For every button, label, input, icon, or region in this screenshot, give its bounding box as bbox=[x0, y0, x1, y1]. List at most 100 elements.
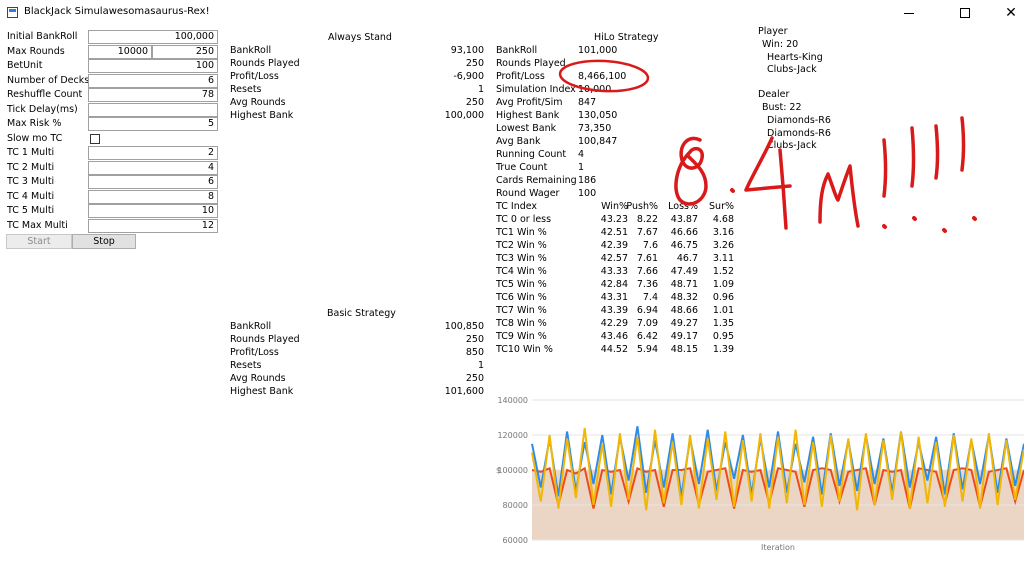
tc-cell: 3.11 bbox=[712, 253, 734, 264]
basic-strategy-row-label: Profit/Loss bbox=[230, 347, 279, 358]
tc-cell: TC7 Win % bbox=[496, 305, 547, 316]
minimize-button[interactable] bbox=[886, 0, 932, 26]
player-title: Player bbox=[758, 26, 788, 37]
tc-cell: 1.09 bbox=[712, 279, 734, 290]
always-stand-row-value: -6,900 bbox=[453, 71, 484, 82]
tc-cell: 48.66 bbox=[670, 305, 698, 316]
tc-cell: 3.16 bbox=[712, 227, 734, 238]
hilo-panel: HiLo Strategy BankRoll 101,000 Rounds Play… bbox=[496, 32, 756, 362]
max-simulations-input[interactable]: 10000 bbox=[88, 44, 152, 59]
initial-bankroll-input[interactable]: 100,000 bbox=[88, 30, 218, 44]
stop-button[interactable]: Stop bbox=[72, 234, 136, 249]
close-button[interactable]: ✕ bbox=[988, 0, 1024, 26]
tc-cell: 7.61 bbox=[636, 253, 658, 264]
tc-cell: 48.32 bbox=[670, 292, 698, 303]
tc-cell: TC6 Win % bbox=[496, 292, 547, 303]
always-stand-row-label: Avg Rounds bbox=[230, 97, 286, 108]
player-card: Clubs-Jack bbox=[767, 64, 817, 76]
max-risk-input[interactable]: 5 bbox=[88, 117, 218, 131]
tc-cell: 48.15 bbox=[670, 344, 698, 355]
tc-cell: 49.17 bbox=[670, 331, 698, 342]
always-stand-row-value: 100,000 bbox=[444, 110, 484, 121]
tc-cell: 3.26 bbox=[712, 240, 734, 251]
chart-tick-label: 120000 bbox=[497, 431, 528, 440]
chart-y-label: $ bbox=[496, 466, 501, 475]
reshuffle-input[interactable]: 78 bbox=[88, 88, 218, 102]
hilo-row-value: 8,466,100 bbox=[578, 71, 627, 82]
maximize-button[interactable] bbox=[942, 0, 988, 26]
tc-cell: 47.49 bbox=[670, 266, 698, 277]
hilo-row-label: Round Wager bbox=[496, 188, 560, 199]
bet-unit-input[interactable]: 100 bbox=[88, 59, 218, 73]
hilo-row-label: True Count bbox=[496, 162, 548, 173]
minimize-icon bbox=[904, 12, 914, 14]
tc4-label: TC 4 Multi bbox=[7, 190, 55, 202]
max-rounds-input[interactable]: 250 bbox=[152, 44, 218, 59]
player-card: Hearts-King bbox=[767, 51, 823, 63]
hilo-row-value: 100,847 bbox=[578, 136, 618, 147]
tc-cell: TC8 Win % bbox=[496, 318, 547, 329]
chart-tick-label: 80000 bbox=[503, 501, 528, 510]
hilo-row-value: 10,000 bbox=[578, 84, 612, 95]
tc-cell: 0.95 bbox=[712, 331, 734, 342]
tc-cell: 0.96 bbox=[712, 292, 734, 303]
always-stand-row-label: BankRoll bbox=[230, 45, 272, 56]
hilo-row-value: 847 bbox=[578, 97, 597, 108]
hilo-row-label: Avg Profit/Sim bbox=[496, 97, 563, 108]
hilo-title: HiLo Strategy bbox=[594, 32, 659, 43]
annotation-stroke-M bbox=[818, 164, 860, 228]
always-stand-row-value: 1 bbox=[477, 84, 484, 95]
slow-mo-label: Slow mo TC bbox=[7, 132, 63, 144]
tc-cell: 46.7 bbox=[676, 253, 698, 264]
tc-cell: 1.01 bbox=[712, 305, 734, 316]
basic-strategy-row-label: Avg Rounds bbox=[230, 373, 286, 384]
tc-cell: Sur% bbox=[709, 201, 734, 212]
tc-cell: 7.67 bbox=[636, 227, 658, 238]
tc-cell: 6.42 bbox=[636, 331, 658, 342]
tcmax-label: TC Max Multi bbox=[7, 219, 68, 231]
always-stand-panel: Always Stand BankRoll 93,100 Rounds Played… bbox=[230, 32, 486, 128]
tc-cell: 5.94 bbox=[636, 344, 658, 355]
basic-strategy-row-value: 1 bbox=[477, 360, 484, 371]
initial-bankroll-label: Initial BankRoll bbox=[7, 31, 78, 42]
annotation-stroke-bang bbox=[882, 116, 966, 198]
tc3-input[interactable]: 6 bbox=[88, 175, 218, 189]
tc1-input[interactable]: 2 bbox=[88, 146, 218, 160]
tc-cell: 46.75 bbox=[670, 240, 698, 251]
tc-cell: 1.39 bbox=[712, 344, 734, 355]
always-stand-row-label: Highest Bank bbox=[230, 110, 294, 121]
always-stand-title: Always Stand bbox=[328, 32, 392, 43]
player-dealer-panel: Player Win: 20 Hearts-King Clubs-Jack De… bbox=[758, 26, 831, 153]
tc2-input[interactable]: 4 bbox=[88, 160, 218, 175]
tc-cell: TC5 Win % bbox=[496, 279, 547, 290]
basic-strategy-panel: Basic Strategy BankRoll 100,850 Rounds Pla… bbox=[230, 308, 486, 404]
tc-cell: 7.6 bbox=[642, 240, 658, 251]
tc-cell: 7.09 bbox=[636, 318, 658, 329]
tick-delay-label: Tick Delay(ms) bbox=[7, 103, 78, 115]
always-stand-row-label: Rounds Played bbox=[230, 58, 300, 69]
dealer-title: Dealer bbox=[758, 89, 790, 101]
chart-tick-label: 60000 bbox=[503, 536, 528, 545]
num-decks-input[interactable]: 6 bbox=[88, 73, 218, 88]
tc-cell: TC1 Win % bbox=[496, 227, 547, 238]
tick-delay-input[interactable] bbox=[88, 102, 218, 117]
hilo-row-label: Simulation Index bbox=[496, 84, 576, 95]
tc4-input[interactable]: 8 bbox=[88, 189, 218, 204]
tc-cell: 7.36 bbox=[636, 279, 658, 290]
tc-cell: 7.66 bbox=[636, 266, 658, 277]
tc5-input[interactable]: 10 bbox=[88, 204, 218, 218]
slow-mo-checkbox[interactable] bbox=[90, 133, 100, 144]
num-decks-label: Number of Decks bbox=[7, 74, 90, 86]
tc5-label: TC 5 Multi bbox=[7, 205, 55, 216]
tc-cell: 49.27 bbox=[670, 318, 698, 329]
start-button[interactable]: Start bbox=[6, 234, 72, 249]
basic-strategy-row-value: 850 bbox=[465, 347, 484, 358]
hilo-row-value: 101,000 bbox=[578, 45, 618, 56]
annotation-stroke-dots bbox=[882, 216, 977, 233]
tcmax-input[interactable]: 12 bbox=[88, 218, 218, 233]
hilo-row-value: 73,350 bbox=[578, 123, 612, 134]
tc-cell: TC9 Win % bbox=[496, 331, 547, 342]
hilo-row-value: 130,050 bbox=[578, 110, 618, 121]
basic-strategy-row-value: 101,600 bbox=[444, 386, 484, 397]
bankroll-chart: 140000 120000 100000 80000 60000 $ Iteration bbox=[496, 396, 1024, 552]
